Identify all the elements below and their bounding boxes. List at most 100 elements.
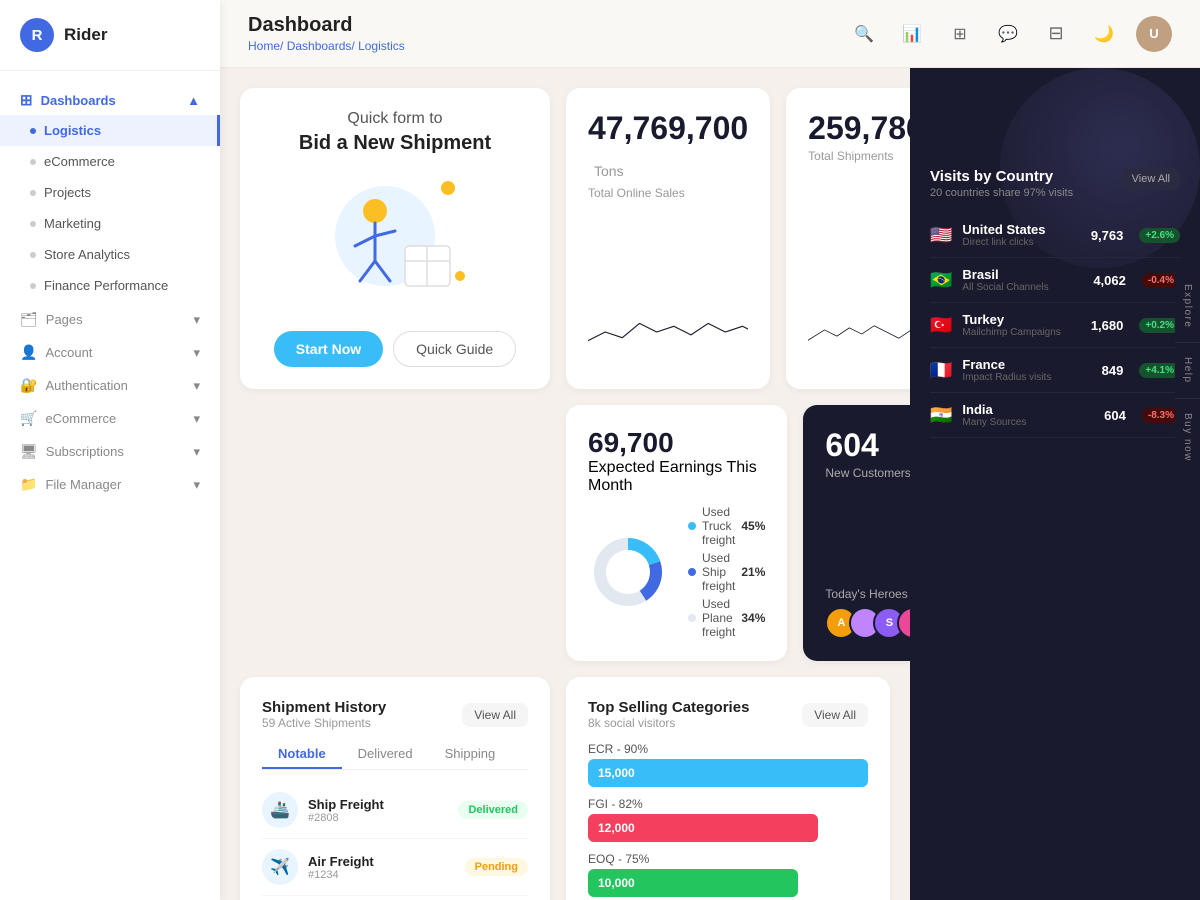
bar-item-eoq: EOQ - 75% 10,000 bbox=[588, 852, 868, 897]
quick-guide-button[interactable]: Quick Guide bbox=[393, 331, 516, 367]
nav-dot bbox=[30, 128, 36, 134]
chat-icon[interactable]: 💬 bbox=[992, 18, 1024, 50]
side-tabs: Explore Help Buy now bbox=[1175, 270, 1200, 476]
tab-shipping[interactable]: Shipping bbox=[429, 740, 512, 769]
nav-dot bbox=[30, 159, 36, 165]
search-icon[interactable]: 🔍 bbox=[848, 18, 880, 50]
fr-info: France Impact Radius visits bbox=[962, 357, 1091, 383]
sidebar-section-pages[interactable]: 🗂 Pages ▾ bbox=[0, 301, 220, 334]
donut-row: Used Truck freight 45% Used Ship freight… bbox=[588, 505, 765, 639]
us-val: 9,763 bbox=[1091, 228, 1124, 243]
truck-freight-legend: Used Truck freight 45% bbox=[688, 505, 765, 547]
main-panel: Quick form to Bid a New Shipment bbox=[220, 68, 910, 900]
selling-bars: ECR - 90% 15,000 FGI - 82% 12,000 bbox=[588, 742, 868, 900]
customers-label: New Customers This Month bbox=[825, 466, 910, 480]
quick-form-card: Quick form to Bid a New Shipment bbox=[240, 88, 550, 389]
bar-val-ecr: 15,000 bbox=[598, 766, 635, 780]
yellow-dot-1 bbox=[441, 181, 455, 195]
country-item-fr: 🇫🇷 France Impact Radius visits 849 +4.1% bbox=[930, 348, 1180, 393]
shipment-sub: 59 Active Shipments bbox=[262, 716, 386, 730]
breadcrumb: Home/ Dashboards/ Logistics bbox=[248, 39, 405, 53]
total-sales-chart bbox=[588, 297, 748, 367]
sidebar-item-logistics[interactable]: Logistics bbox=[0, 115, 220, 146]
selling-view-all[interactable]: View All bbox=[802, 703, 868, 727]
help-tab[interactable]: Help bbox=[1175, 343, 1200, 399]
ship-freight-icon: 🚢 bbox=[262, 792, 298, 828]
buy-now-tab[interactable]: Buy now bbox=[1175, 399, 1200, 476]
explore-tab[interactable]: Explore bbox=[1175, 270, 1200, 343]
shipment-history-card: Shipment History 59 Active Shipments Vie… bbox=[240, 677, 550, 900]
in-source: Many Sources bbox=[962, 417, 1094, 428]
fr-name: France bbox=[962, 357, 1091, 372]
topbar-left: Dashboard Home/ Dashboards/ Logistics bbox=[248, 14, 405, 53]
logo-icon: R bbox=[20, 18, 54, 52]
new-customers-card: 604 New Customers This Month Today's Her… bbox=[803, 405, 910, 661]
sidebar-section-subscriptions[interactable]: 🖥 Subscriptions ▾ bbox=[0, 433, 220, 466]
sidebar-section-ecommerce2[interactable]: 🛒 eCommerce ▾ bbox=[0, 400, 220, 433]
sidebar-item-marketing[interactable]: Marketing bbox=[0, 208, 220, 239]
earnings-value: 69,700 bbox=[588, 427, 765, 459]
account-icon: 👤 bbox=[20, 344, 37, 361]
pages-icon: 🗂 bbox=[20, 311, 38, 328]
bar-label-ecr: ECR - 90% bbox=[588, 742, 868, 756]
ecommerce-icon: 🛒 bbox=[20, 410, 37, 427]
sidebar-item-ecommerce[interactable]: eCommerce bbox=[0, 146, 220, 177]
donut-chart bbox=[588, 532, 668, 612]
shipment-item-2: ✈️ Air Freight #1234 Pending bbox=[262, 839, 528, 896]
bar-eoq: 10,000 bbox=[588, 869, 798, 897]
user-avatar[interactable]: U bbox=[1136, 16, 1172, 52]
bar-chart-icon[interactable]: 📊 bbox=[896, 18, 928, 50]
plane-pct: 34% bbox=[741, 611, 765, 625]
total-sales-unit: Tons bbox=[594, 163, 624, 179]
nav-dot bbox=[30, 190, 36, 196]
shipment-tabs: Notable Delivered Shipping bbox=[262, 740, 528, 770]
breadcrumb-dashboards: Dashboards/ bbox=[287, 39, 355, 53]
bar-label-eoq: EOQ - 75% bbox=[588, 852, 868, 866]
visits-view-all[interactable]: View All bbox=[1122, 168, 1180, 190]
tab-notable[interactable]: Notable bbox=[262, 740, 342, 769]
visits-sub: 20 countries share 97% visits bbox=[930, 187, 1073, 199]
earnings-card: 69,700 Expected Earnings This Month bbox=[566, 405, 787, 661]
shipment-item-1: 🚢 Ship Freight #2808 Delivered bbox=[262, 782, 528, 839]
subscriptions-icon: 🖥 bbox=[20, 443, 38, 460]
file-manager-icon: 📁 bbox=[20, 476, 37, 493]
grid-icon[interactable]: ⊞ bbox=[944, 18, 976, 50]
visits-header: Visits by Country 20 countries share 97%… bbox=[930, 168, 1180, 199]
country-item-us: 🇺🇸 United States Direct link clicks 9,76… bbox=[930, 213, 1180, 258]
sidebar-section-account[interactable]: 👤 Account ▾ bbox=[0, 334, 220, 367]
sidebar-section-authentication[interactable]: 🔐 Authentication ▾ bbox=[0, 367, 220, 400]
ship-info-2: Air Freight #1234 bbox=[308, 854, 455, 881]
nav-dot bbox=[30, 221, 36, 227]
right-panel: Visits by Country 20 countries share 97%… bbox=[910, 68, 1200, 900]
country-item-br: 🇧🇷 Brasil All Social Channels 4,062 -0.4… bbox=[930, 258, 1180, 303]
start-now-button[interactable]: Start Now bbox=[274, 331, 383, 367]
bar-ecr: 15,000 bbox=[588, 759, 868, 787]
bar-label-fgi: FGI - 82% bbox=[588, 797, 868, 811]
ship-name-2: Air Freight bbox=[308, 854, 455, 869]
apps-icon[interactable]: ⊟ bbox=[1040, 18, 1072, 50]
sidebar-nav: ⊞ Dashboards ▲ Logistics eCommerce Proje… bbox=[0, 71, 220, 900]
customers-header: 604 New Customers This Month bbox=[825, 427, 910, 480]
dark-mode-icon[interactable]: 🌙 bbox=[1088, 18, 1120, 50]
ship-pct: 21% bbox=[741, 565, 765, 579]
total-shipments-chart bbox=[808, 297, 910, 367]
total-shipments-card: 259,786 Total Shipments bbox=[786, 88, 910, 389]
shipment-view-all[interactable]: View All bbox=[462, 703, 528, 727]
main-content: Dashboard Home/ Dashboards/ Logistics 🔍 … bbox=[220, 0, 1200, 900]
total-shipments-value: 259,786 bbox=[808, 110, 910, 147]
top-cards-row: Quick form to Bid a New Shipment bbox=[240, 88, 890, 389]
tab-delivered[interactable]: Delivered bbox=[342, 740, 429, 769]
sidebar-item-store-analytics[interactable]: Store Analytics bbox=[0, 239, 220, 270]
sidebar-item-projects[interactable]: Projects bbox=[0, 177, 220, 208]
total-sales-header: 47,769,700 Tons Total Online Sales bbox=[588, 110, 748, 200]
plane-freight-legend: Used Plane freight 34% bbox=[688, 597, 765, 639]
ship-status-2: Pending bbox=[465, 858, 528, 876]
sidebar-item-finance[interactable]: Finance Performance bbox=[0, 270, 220, 301]
tr-source: Mailchimp Campaigns bbox=[962, 327, 1080, 338]
sidebar-section-dashboards[interactable]: ⊞ Dashboards ▲ bbox=[0, 81, 220, 115]
sidebar-section-file-manager[interactable]: 📁 File Manager ▾ bbox=[0, 466, 220, 499]
quick-form-title: Bid a New Shipment bbox=[299, 132, 491, 155]
earnings-label: Expected Earnings This Month bbox=[588, 459, 765, 495]
ship-name-1: Ship Freight bbox=[308, 797, 448, 812]
grid-icon: ⊞ bbox=[20, 91, 33, 109]
